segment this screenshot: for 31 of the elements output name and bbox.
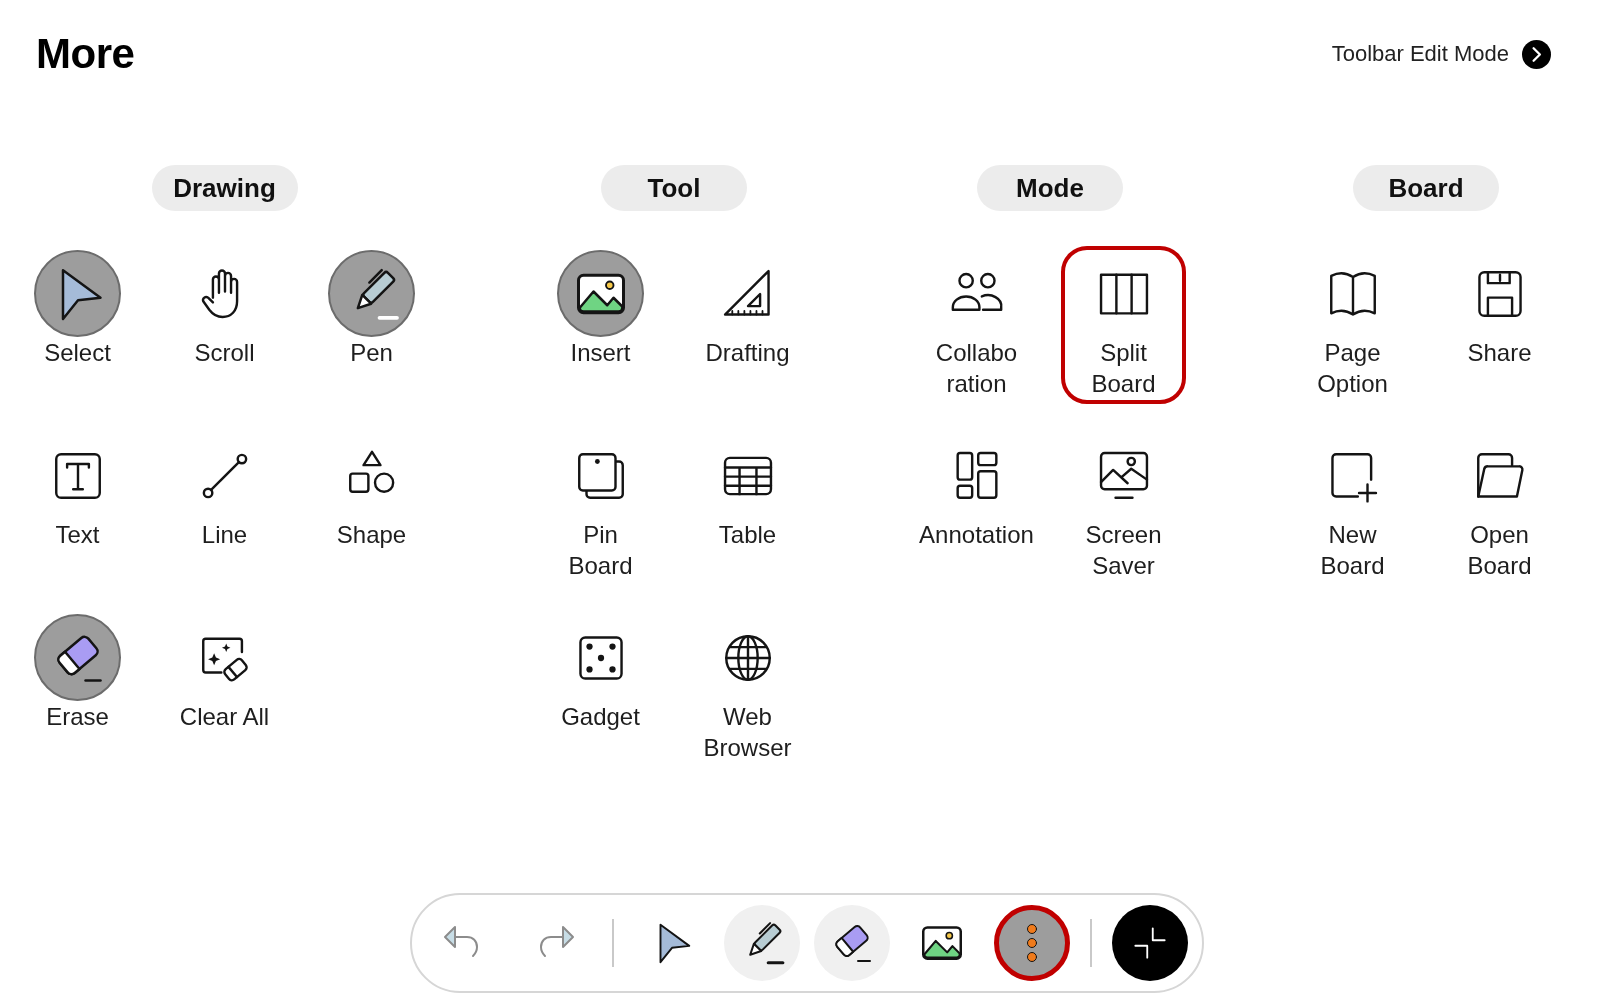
menu-item[interactable]: Open Board: [1437, 428, 1562, 586]
menu-item[interactable]: Scroll: [162, 246, 287, 404]
menu-item[interactable]: Shape: [309, 428, 434, 586]
collapse-button[interactable]: [1111, 905, 1188, 981]
page-title: More: [36, 30, 135, 78]
menu-item[interactable]: Drafting: [685, 246, 810, 404]
menu-item[interactable]: Split Board: [1061, 246, 1186, 404]
menu-item[interactable]: New Board: [1290, 428, 1415, 586]
menu-item[interactable]: Table: [685, 428, 810, 586]
menu-item[interactable]: Line: [162, 428, 287, 586]
menu-item[interactable]: Page Option: [1290, 246, 1415, 404]
menu-item[interactable]: Web Browser: [685, 610, 810, 768]
menu-item[interactable]: Collabo ration: [914, 246, 1039, 404]
menu-item[interactable]: Gadget: [538, 610, 663, 768]
menu-item[interactable]: Pen: [309, 246, 434, 404]
menu-item[interactable]: Screen Saver: [1061, 428, 1186, 586]
menu-item[interactable]: Share: [1437, 246, 1562, 404]
section-header: Mode: [977, 165, 1123, 211]
menu-item[interactable]: Text: [15, 428, 140, 586]
section-header: Drawing: [151, 165, 298, 211]
section-header: Board: [1353, 165, 1499, 211]
menu-item[interactable]: Insert: [538, 246, 663, 404]
menu-item[interactable]: Pin Board: [538, 428, 663, 586]
toolbar-edit-mode-link[interactable]: Toolbar Edit Mode: [1331, 39, 1551, 69]
menu-item[interactable]: Select: [15, 246, 140, 404]
section-header: Tool: [601, 165, 747, 211]
menu-item[interactable]: Erase: [15, 610, 140, 768]
menu-item[interactable]: Annotation: [914, 428, 1039, 586]
vertical-dots-icon: [1025, 923, 1038, 963]
menu-item[interactable]: Clear All: [162, 610, 287, 768]
chevron-right-icon: [1522, 39, 1551, 69]
